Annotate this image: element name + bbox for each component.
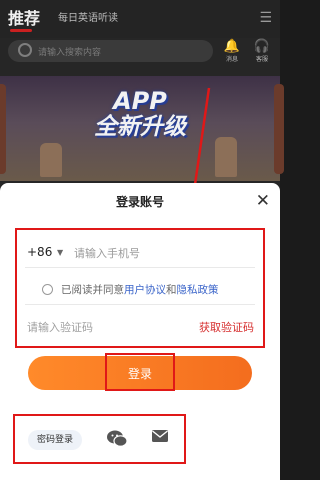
agreement-text: 已阅读并同意用户协议和隐私政策 [61,284,219,296]
country-code[interactable]: +86 [27,245,52,259]
password-login-button[interactable]: 密码登录 [28,430,82,450]
divider [25,304,255,305]
privacy-policy-link[interactable]: 隐私政策 [177,284,219,296]
email-login-icon[interactable] [148,429,172,451]
wechat-login-icon[interactable] [105,429,129,451]
country-code-caret-icon[interactable]: ▼ [57,248,63,257]
close-icon[interactable]: ✕ [256,191,270,211]
get-code-button[interactable]: 获取验证码 [199,319,254,335]
agreement-checkbox[interactable] [42,284,53,295]
user-agreement-link[interactable]: 用户协议 [124,284,166,296]
sheet-title: 登录账号 [115,195,164,209]
verification-code-input[interactable]: 请输入验证码 [27,319,93,335]
highlight-login-box [105,353,175,391]
phone-input[interactable]: 请输入手机号 [74,245,140,261]
login-sheet: 登录账号 ✕ +86 ▼ 请输入手机号 已阅读并同意用户协议和隐私政策 请输入验… [0,183,280,480]
divider [25,267,255,268]
